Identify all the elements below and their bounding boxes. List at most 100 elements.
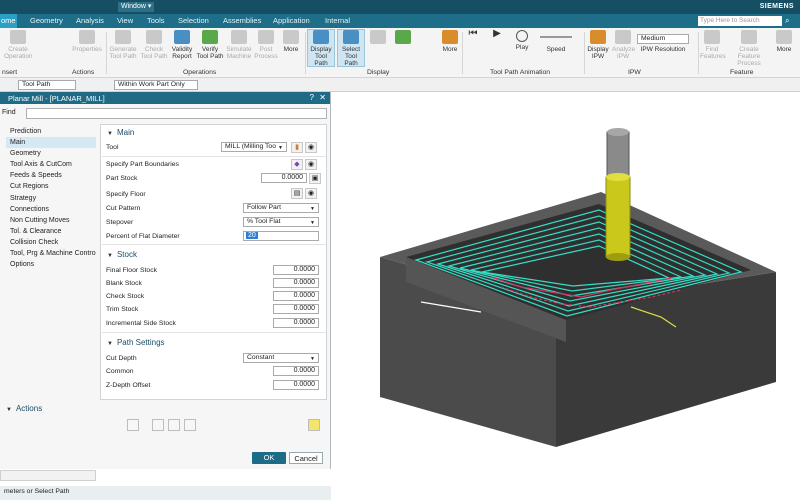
generate-action-icon[interactable] <box>127 419 139 431</box>
select-tool-path-button[interactable]: Select Tool Path <box>337 29 365 67</box>
nav-item-main[interactable]: Main <box>6 137 96 149</box>
part-stock-field[interactable]: 0.0000 <box>261 173 307 183</box>
tab-view[interactable]: View <box>117 16 133 25</box>
dialog-title: Planar Mill - [PLANAR_MILL] <box>8 94 105 103</box>
verify-tool-path-button[interactable]: Verify Tool Path <box>196 30 224 60</box>
scope-filter-select[interactable]: Within Work Part Only <box>114 80 198 90</box>
section-path-header[interactable]: ▼ Path Settings <box>107 338 165 347</box>
create-feature-process-button[interactable]: Create Feature Process <box>728 30 770 67</box>
tab-assemblies[interactable]: Assemblies <box>223 16 261 25</box>
display-tool-path-button[interactable]: Display Tool Path <box>307 29 335 67</box>
selection-filter-bar: Tool Path Within Work Part Only <box>0 78 800 92</box>
nav-item-strategy[interactable]: Strategy <box>6 193 96 204</box>
more-operations-button[interactable]: More <box>280 30 302 53</box>
nav-item-non-cutting-moves[interactable]: Non Cutting Moves <box>6 215 96 226</box>
tool-path-list-button[interactable] <box>367 30 389 46</box>
find-row: Find <box>0 106 331 120</box>
tab-internal[interactable]: Internal <box>325 16 350 25</box>
nav-item-collision-check[interactable]: Collision Check <box>6 237 96 248</box>
validity-report-button[interactable]: Validity Report <box>169 30 195 60</box>
speed-slider[interactable]: Speed <box>538 30 574 53</box>
more-display-button[interactable]: More <box>440 30 460 53</box>
nav-item-options[interactable]: Options <box>6 259 96 270</box>
tool-select[interactable]: MILL (Milling Too ▼ <box>221 142 287 152</box>
find-features-icon <box>704 30 720 44</box>
check-tool-path-button[interactable]: Check Tool Path <box>140 30 168 60</box>
nav-item-geometry[interactable]: Geometry <box>6 148 96 159</box>
tab-analysis[interactable]: Analysis <box>76 16 104 25</box>
post-process-icon <box>258 30 274 44</box>
properties-button[interactable]: Properties <box>70 30 104 53</box>
z-depth-offset-field[interactable]: 0.0000 <box>273 380 319 390</box>
simulate-machine-button[interactable]: Simulate Machine <box>225 30 253 60</box>
blank-stock-field[interactable]: 0.0000 <box>273 278 319 288</box>
edit-tool-icon[interactable]: ▮ <box>291 142 303 153</box>
find-input[interactable] <box>26 108 327 119</box>
display-tool-icon[interactable]: ◉ <box>305 142 317 153</box>
group-display-title: Display <box>367 69 390 76</box>
section-stock-header[interactable]: ▼ Stock <box>107 250 137 259</box>
search-input[interactable]: Type Here to Search <box>698 16 782 26</box>
find-features-button[interactable]: Find Features <box>700 30 726 60</box>
actions-header[interactable]: ▼ Actions <box>6 404 42 413</box>
stepover-select[interactable]: % Tool Flat ▼ <box>243 217 319 227</box>
nav-item-cut-regions[interactable]: Cut Regions <box>6 181 96 192</box>
lock-icon[interactable]: ▣ <box>309 173 321 184</box>
help-icon[interactable]: ? <box>310 93 314 102</box>
ipw-icon <box>590 30 606 44</box>
list-action-icon[interactable] <box>184 419 196 431</box>
common-field[interactable]: 0.0000 <box>273 366 319 376</box>
specify-boundaries-icon[interactable]: ◆ <box>291 159 303 170</box>
final-floor-stock-field[interactable]: 0.0000 <box>273 265 319 275</box>
post-process-button[interactable]: Post Process <box>254 30 278 60</box>
cancel-button[interactable]: Cancel <box>289 452 323 464</box>
analyze-ipw-button[interactable]: Analyze IPW <box>612 30 635 60</box>
tab-geometry[interactable]: Geometry <box>30 16 63 25</box>
actions-section: ▼ Actions <box>0 402 331 445</box>
play-button[interactable]: Play <box>512 30 532 51</box>
display-ipw-button[interactable]: Display IPW <box>587 30 609 60</box>
incremental-side-stock-label: Incremental Side Stock <box>106 320 176 327</box>
nav-item-tool-axis-cutcom[interactable]: Tool Axis & CutCom <box>6 159 96 170</box>
incremental-side-stock-field[interactable]: 0.0000 <box>273 318 319 328</box>
title-strip: Window ▾ SIEMENS <box>0 0 800 14</box>
flat-diameter-field[interactable]: 20 <box>243 231 319 241</box>
tab-tools[interactable]: Tools <box>147 16 165 25</box>
rewind-icon: ⏮ <box>468 28 478 39</box>
generate-tool-path-button[interactable]: Generate Tool Path <box>108 30 138 60</box>
nav-item-feeds-speeds[interactable]: Feeds & Speeds <box>6 170 96 181</box>
create-operation-button[interactable]: Create Operation <box>4 30 33 60</box>
graphics-viewport[interactable] <box>331 92 800 500</box>
window-menu[interactable]: Window ▾ <box>118 2 154 12</box>
color-display-button[interactable] <box>392 30 414 46</box>
search-icon[interactable]: ⌕ <box>785 16 795 26</box>
tab-selection[interactable]: Selection <box>178 16 209 25</box>
part-model[interactable] <box>331 92 800 500</box>
nav-item-tool-prg-machine-control[interactable]: Tool, Prg & Machine Control <box>6 248 96 259</box>
tab-application[interactable]: Application <box>273 16 310 25</box>
replay-action-icon[interactable] <box>152 419 164 431</box>
nav-item-connections[interactable]: Connections <box>6 204 96 215</box>
check-icon <box>146 30 162 44</box>
nav-item-tol-clearance[interactable]: Tol. & Clearance <box>6 226 96 237</box>
add-feature-action-icon[interactable] <box>308 419 320 431</box>
display-boundaries-icon[interactable]: ◉ <box>305 159 317 170</box>
check-stock-field[interactable]: 0.0000 <box>273 291 319 301</box>
ok-button[interactable]: OK <box>252 452 286 464</box>
verify-action-icon[interactable] <box>168 419 180 431</box>
cut-pattern-select[interactable]: Follow Part ▼ <box>243 203 319 213</box>
type-filter-select[interactable]: Tool Path <box>18 80 76 90</box>
step-forward-button[interactable]: ▶ <box>490 29 504 39</box>
cut-depth-select[interactable]: Constant ▼ <box>243 353 319 363</box>
section-main-header[interactable]: ▼ Main <box>107 128 134 137</box>
ipw-resolution-select[interactable]: Medium <box>637 34 689 44</box>
nav-item-prediction[interactable]: Prediction <box>6 126 96 137</box>
more-feature-button[interactable]: More <box>774 30 794 53</box>
tab-home[interactable]: ome <box>0 14 17 28</box>
display-floor-icon[interactable]: ◉ <box>305 188 317 199</box>
specify-floor-icon[interactable]: ▤ <box>291 188 303 199</box>
step-back-button[interactable]: ⏮ <box>466 28 480 39</box>
horizontal-scrollbar[interactable] <box>0 470 96 481</box>
close-icon[interactable]: ✕ <box>319 93 326 102</box>
trim-stock-field[interactable]: 0.0000 <box>273 304 319 314</box>
